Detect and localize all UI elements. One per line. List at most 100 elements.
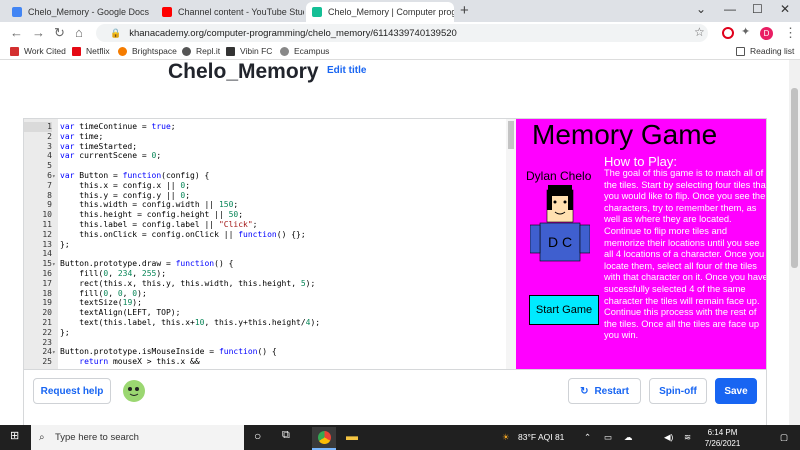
clock-time: 6:14 PM bbox=[707, 428, 738, 437]
code-line[interactable]: 11 this.label = config.label || "Click"; bbox=[24, 220, 516, 230]
restart-button[interactable]: ↻ Restart bbox=[568, 378, 641, 404]
code-line[interactable]: 21 text(this.label, this.x+10, this.y+th… bbox=[24, 318, 516, 328]
line-number: 22 bbox=[42, 327, 52, 337]
code-text: var currentScene = 0; bbox=[60, 151, 162, 161]
bookmark-brightspace[interactable]: Brightspace bbox=[118, 46, 177, 56]
tab-search-icon[interactable]: ⌄ bbox=[696, 2, 706, 16]
code-text: this.onClick = config.onClick || functio… bbox=[60, 229, 306, 239]
task-view-icon[interactable]: ⧉ bbox=[282, 429, 290, 442]
wifi-icon[interactable]: ≋ bbox=[684, 432, 691, 443]
minimize-icon[interactable]: — bbox=[724, 2, 736, 16]
clock-date: 7/26/2021 bbox=[704, 439, 741, 448]
chrome-taskbar-icon[interactable] bbox=[312, 427, 336, 450]
bookmark-label: Brightspace bbox=[132, 46, 177, 56]
extensions-icon[interactable]: ✦ bbox=[741, 25, 750, 38]
tab-title: Channel content - YouTube Studi bbox=[178, 7, 304, 17]
code-line[interactable]: 19 textSize(19); bbox=[24, 298, 516, 308]
file-explorer-icon[interactable]: ▬ bbox=[346, 429, 358, 443]
code-line[interactable]: 14 bbox=[24, 249, 516, 259]
windows-start-icon[interactable]: ⊞ bbox=[10, 429, 19, 442]
code-line[interactable]: 20 textAlign(LEFT, TOP); bbox=[24, 308, 516, 318]
code-line[interactable]: 2 var time; bbox=[24, 132, 516, 142]
code-line[interactable]: 16 fill(0, 234, 255); bbox=[24, 269, 516, 279]
start-game-button[interactable]: Start Game bbox=[529, 295, 599, 325]
edit-title-link[interactable]: Edit title bbox=[327, 65, 366, 76]
line-number: 15 bbox=[42, 259, 52, 269]
program-output-canvas[interactable]: Memory Game Dylan Chelo How to Play: The… bbox=[516, 119, 766, 369]
forward-icon[interactable]: → bbox=[32, 25, 45, 40]
close-tab-icon[interactable]: ✕ bbox=[149, 7, 154, 18]
editor-scrollbar[interactable] bbox=[506, 119, 516, 369]
bookmark-vibin-fc[interactable]: Vibin FC bbox=[226, 46, 272, 56]
code-line[interactable]: 8 this.y = config.y || 0; bbox=[24, 191, 516, 201]
maximize-icon[interactable]: ☐ bbox=[752, 2, 763, 16]
page-scrollbar[interactable] bbox=[789, 60, 800, 425]
code-line[interactable]: 9 this.width = config.width || 150; bbox=[24, 200, 516, 210]
bookmark-star-icon[interactable]: ☆ bbox=[694, 25, 705, 39]
profile-avatar[interactable]: D bbox=[760, 27, 773, 40]
reload-icon[interactable]: ↻ bbox=[54, 25, 65, 41]
show-hidden-icons[interactable]: ⌃ bbox=[584, 432, 591, 443]
network-icon[interactable]: ▭ bbox=[604, 432, 612, 443]
url-text: khanacademy.org/computer-programming/che… bbox=[129, 27, 457, 39]
bookmark-replit[interactable]: Repl.it bbox=[182, 46, 220, 56]
code-text: textSize(19); bbox=[60, 298, 142, 308]
speaker-icon[interactable]: ◀) bbox=[664, 432, 673, 443]
clock[interactable]: 6:14 PM 7/26/2021 bbox=[700, 427, 745, 449]
spin-off-button[interactable]: Spin-off bbox=[649, 378, 707, 404]
code-line[interactable]: 18 fill(0, 0, 0); bbox=[24, 289, 516, 299]
game-title: Memory Game bbox=[532, 119, 718, 150]
code-line[interactable]: 4 var currentScene = 0; bbox=[24, 151, 516, 161]
code-line[interactable]: 24▾ Button.prototype.isMouseInside = func… bbox=[24, 347, 516, 357]
reading-list-label: Reading list bbox=[750, 46, 795, 56]
tab-google-docs[interactable]: Chelo_Memory - Google Docs ✕ bbox=[6, 2, 154, 22]
line-number: 9 bbox=[47, 200, 52, 210]
reading-list[interactable]: Reading list bbox=[736, 46, 794, 56]
line-number: 2 bbox=[47, 131, 52, 141]
editor-scrollbar-thumb[interactable] bbox=[508, 121, 514, 149]
bookmark-work-cited[interactable]: Work Cited bbox=[10, 46, 66, 56]
netflix-icon bbox=[72, 46, 81, 56]
code-line[interactable]: 3 var timeStarted; bbox=[24, 142, 516, 152]
cortana-icon[interactable]: ○ bbox=[254, 429, 261, 443]
save-button[interactable]: Save bbox=[715, 378, 757, 404]
tab-khan-academy[interactable]: Chelo_Memory | Computer prog ✕ bbox=[306, 2, 454, 22]
line-number: 1 bbox=[24, 122, 52, 132]
notifications-icon[interactable]: ▢ bbox=[780, 432, 788, 443]
code-line[interactable]: 17 rect(this.x, this.y, this.width, this… bbox=[24, 279, 516, 289]
opera-extension-icon[interactable] bbox=[722, 27, 734, 39]
code-editor[interactable]: 1 var timeContinue = true; 2 var time; 3 var … bbox=[24, 119, 516, 369]
menu-icon[interactable]: ⋮ bbox=[784, 25, 797, 41]
back-icon[interactable]: ← bbox=[10, 25, 23, 40]
code-line[interactable]: 22}; bbox=[24, 328, 516, 338]
weather-text[interactable]: 83°F AQI 81 bbox=[518, 432, 564, 442]
code-line[interactable]: 12 this.onClick = config.onClick || func… bbox=[24, 230, 516, 240]
close-window-icon[interactable]: ✕ bbox=[780, 2, 790, 16]
tab-youtube-studio[interactable]: Channel content - YouTube Studi ✕ bbox=[156, 2, 304, 22]
code-line[interactable]: 15▾ Button.prototype.draw = function() { bbox=[24, 259, 516, 269]
code-text: this.width = config.width || 150; bbox=[60, 200, 239, 210]
restart-label: Restart bbox=[594, 385, 629, 397]
code-line[interactable]: 13}; bbox=[24, 240, 516, 250]
code-line[interactable]: 23 bbox=[24, 338, 516, 348]
url-input[interactable]: 🔒 khanacademy.org/computer-programming/c… bbox=[96, 24, 708, 42]
page-scrollbar-thumb[interactable] bbox=[791, 88, 798, 268]
code-text: text(this.label, this.x+10, this.y+this.… bbox=[60, 318, 321, 327]
code-line[interactable]: 25 return mouseX > this.x && bbox=[24, 357, 516, 367]
tab-title: Chelo_Memory | Computer prog bbox=[328, 7, 454, 17]
home-icon[interactable]: ⌂ bbox=[75, 25, 83, 40]
line-number: 12 bbox=[42, 229, 52, 239]
code-line[interactable]: 5 bbox=[24, 161, 516, 171]
request-help-button[interactable]: Request help bbox=[33, 378, 111, 404]
bookmark-ecampus[interactable]: Ecampus bbox=[280, 46, 329, 56]
code-line[interactable]: 10 this.height = config.height || 50; bbox=[24, 210, 516, 220]
taskbar-search-input[interactable]: ⌕ Type here to search bbox=[31, 425, 244, 450]
cloud-icon[interactable]: ☁ bbox=[624, 432, 633, 443]
bookmark-netflix[interactable]: Netflix bbox=[72, 46, 110, 56]
code-line[interactable]: 7 this.x = config.x || 0; bbox=[24, 181, 516, 191]
page-title: Chelo_Memory bbox=[168, 60, 319, 83]
new-tab-icon[interactable]: + bbox=[460, 2, 469, 19]
line-number: 17 bbox=[42, 278, 52, 288]
code-line[interactable]: 6▾ var Button = function(config) { bbox=[24, 171, 516, 181]
code-line[interactable]: 1 var timeContinue = true; bbox=[24, 122, 516, 132]
